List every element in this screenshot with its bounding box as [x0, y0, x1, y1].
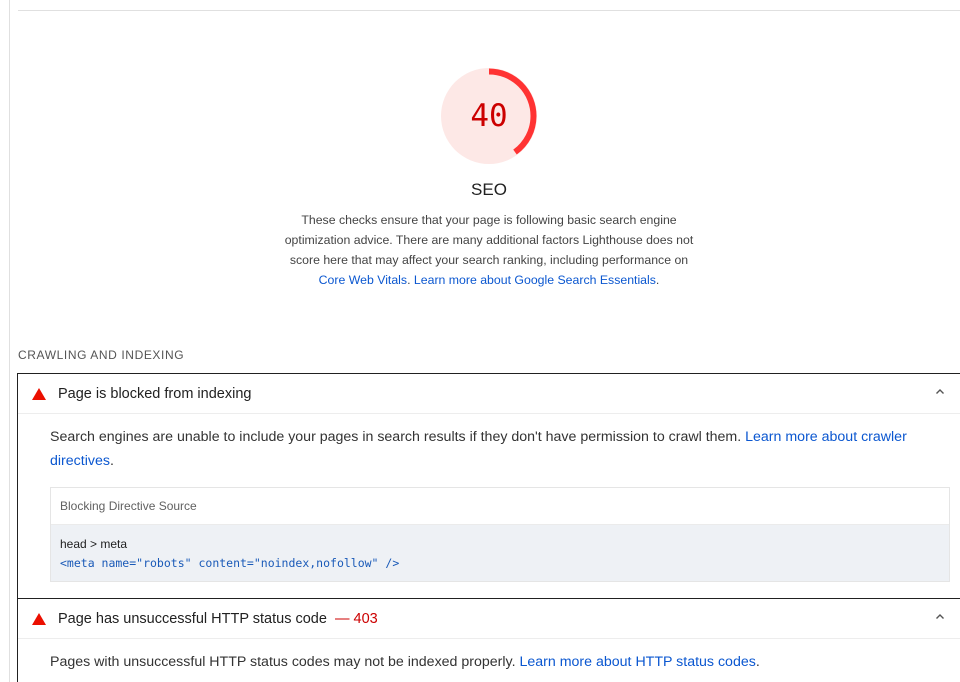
- chevron-up-icon[interactable]: [935, 387, 945, 397]
- details-table: Blocking Directive Source head > meta <m…: [50, 487, 950, 582]
- table-header: Blocking Directive Source: [51, 488, 949, 525]
- category-description-text: These checks ensure that your page is fo…: [284, 213, 694, 267]
- top-divider: [18, 10, 960, 11]
- table-row[interactable]: head > meta <meta name="robots" content=…: [51, 525, 949, 581]
- audit-title-text: Page has unsuccessful HTTP status code: [58, 611, 327, 627]
- chevron-up-icon[interactable]: [935, 612, 945, 622]
- audit-description-text: Pages with unsuccessful HTTP status code…: [50, 654, 516, 670]
- node-snippet: <meta name="robots" content="noindex,nof…: [60, 556, 400, 570]
- search-essentials-link[interactable]: Learn more about Google Search Essential…: [414, 273, 656, 287]
- fail-triangle-icon: [32, 613, 46, 625]
- audit-http-status-code: Page has unsuccessful HTTP status code —…: [17, 598, 960, 682]
- audit-header[interactable]: Page has unsuccessful HTTP status code —…: [18, 599, 960, 639]
- category-description: These checks ensure that your page is fo…: [284, 213, 694, 287]
- audit-description: Search engines are unable to include you…: [50, 429, 907, 469]
- http-status-codes-link[interactable]: Learn more about HTTP status codes: [520, 654, 756, 670]
- audit-display-value: — 403: [335, 611, 378, 627]
- score-value: 40: [470, 98, 508, 134]
- audit-description-text: Search engines are unable to include you…: [50, 429, 742, 445]
- audit-title: Page is blocked from indexing: [58, 386, 252, 402]
- audit-title: Page has unsuccessful HTTP status code —…: [58, 611, 378, 627]
- group-title: CRAWLING AND INDEXING: [18, 348, 185, 362]
- fail-triangle-icon: [32, 388, 46, 400]
- audit-header[interactable]: Page is blocked from indexing: [18, 374, 960, 414]
- category-title: SEO: [471, 180, 507, 199]
- audit-blocked-from-indexing: Page is blocked from indexing Search eng…: [17, 373, 960, 599]
- core-web-vitals-link[interactable]: Core Web Vitals: [319, 273, 407, 287]
- node-path: head > meta: [60, 537, 128, 551]
- left-border: [9, 0, 10, 682]
- score-gauge[interactable]: 40: [440, 67, 538, 165]
- audit-description: Pages with unsuccessful HTTP status code…: [50, 654, 760, 670]
